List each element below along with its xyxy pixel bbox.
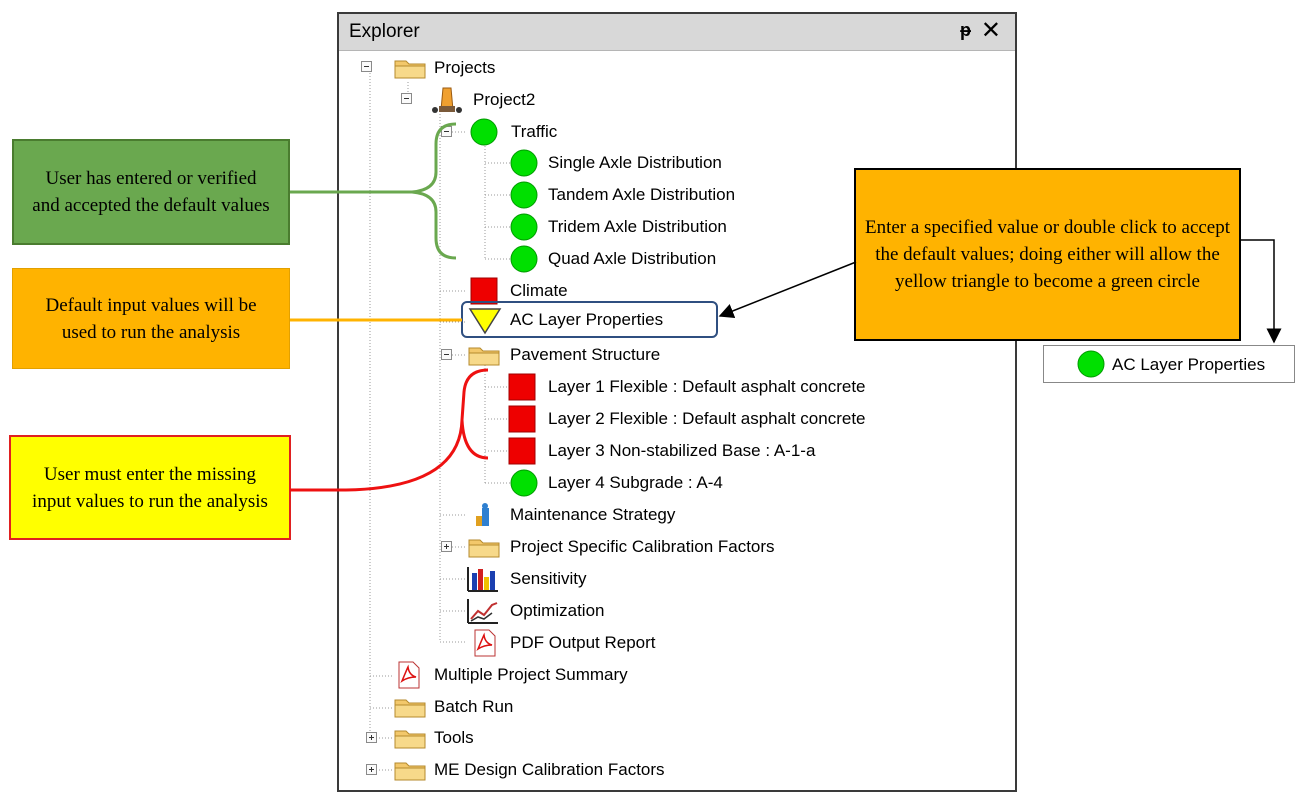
tree-label: ME Design Calibration Factors: [434, 760, 665, 779]
tree-label: Project2: [473, 90, 536, 109]
tree-node-sensitivity[interactable]: Sensitivity: [466, 563, 666, 595]
folder-icon: [394, 762, 426, 781]
tree-label: Tools: [434, 728, 474, 747]
folder-icon: [394, 699, 426, 718]
folder-icon: [468, 347, 500, 366]
tree-node-tridem-axle[interactable]: Tridem Axle Distribution: [508, 211, 788, 243]
panel-header: Explorer ᵽ ✕: [339, 14, 1015, 51]
tree-label: Projects: [434, 58, 496, 77]
bar-chart-icon: [467, 567, 498, 592]
expand-toggle-project2[interactable]: [401, 93, 412, 104]
project-icon: [432, 87, 462, 113]
tree-label: PDF Output Report: [510, 633, 656, 652]
red-square-icon: [508, 405, 536, 433]
tree-label: Climate: [510, 281, 568, 300]
tree-node-pavement-structure[interactable]: Pavement Structure: [468, 339, 708, 371]
tree-node-quad-axle[interactable]: Quad Axle Distribution: [508, 243, 768, 275]
tree-label: Layer 2 Flexible : Default asphalt concr…: [548, 409, 866, 428]
tree-label: Optimization: [510, 601, 605, 620]
tree-label: Batch Run: [434, 697, 514, 716]
tree-node-layer-3[interactable]: Layer 3 Non-stabilized Base : A-1-a: [508, 435, 908, 467]
tree-label: Quad Axle Distribution: [548, 249, 717, 268]
tree-node-single-axle[interactable]: Single Axle Distribution: [508, 147, 768, 179]
callout-text: User must enter the missing input values…: [32, 463, 268, 512]
tree-node-projects[interactable]: Projects: [394, 52, 524, 84]
callout-enter-value: Enter a specified value or double click …: [854, 168, 1241, 341]
callout-default-values: Default input values will be used to run…: [12, 268, 290, 369]
tree-node-tools[interactable]: Tools: [394, 722, 514, 754]
pin-icon[interactable]: ᵽ: [960, 20, 971, 41]
green-circle-icon: [470, 118, 498, 146]
callout-missing-values: User must enter the missing input values…: [9, 435, 291, 540]
tree-node-pdf-output-report[interactable]: PDF Output Report: [472, 627, 712, 659]
tree-node-layer-4[interactable]: Layer 4 Subgrade : A-4: [508, 467, 808, 499]
tree-label: Project Specific Calibration Factors: [510, 537, 775, 556]
tree-label: Tridem Axle Distribution: [548, 217, 727, 236]
green-circle-icon: [510, 181, 538, 209]
ac-layer-highlight-box: [461, 301, 718, 338]
tree-node-me-design-calibration[interactable]: ME Design Calibration Factors: [394, 754, 734, 786]
panel-title: Explorer: [349, 21, 420, 42]
tree-node-project2[interactable]: Project2: [429, 84, 559, 116]
tree-node-batch-run[interactable]: Batch Run: [394, 691, 554, 723]
green-circle-icon: [510, 469, 538, 497]
close-icon[interactable]: ✕: [981, 17, 1001, 45]
expand-toggle-calibration-factors[interactable]: [441, 541, 452, 552]
green-circle-icon: [510, 213, 538, 241]
green-circle-icon: [510, 149, 538, 177]
tree-node-layer-2[interactable]: Layer 2 Flexible : Default asphalt concr…: [508, 403, 948, 435]
pdf-icon: [398, 661, 420, 689]
tree-label: Tandem Axle Distribution: [548, 185, 736, 204]
maintenance-icon: [476, 503, 489, 526]
folder-icon: [394, 60, 426, 79]
red-square-icon: [508, 373, 536, 401]
tree-node-optimization[interactable]: Optimization: [466, 595, 666, 627]
tree-label: Layer 3 Non-stabilized Base : A-1-a: [548, 441, 816, 460]
tree-label: Sensitivity: [510, 569, 587, 588]
tree-node-layer-1[interactable]: Layer 1 Flexible : Default asphalt concr…: [508, 371, 948, 403]
expand-toggle-tools[interactable]: [366, 732, 377, 743]
callout-text: Default input values will be used to run…: [45, 294, 257, 343]
tree-label: Layer 4 Subgrade : A-4: [548, 473, 723, 492]
tree-label: Single Axle Distribution: [548, 153, 722, 172]
expand-toggle-traffic[interactable]: [441, 126, 452, 137]
green-circle-icon: [1077, 350, 1105, 378]
result-node-box: AC Layer Properties: [1043, 345, 1295, 383]
tree-label: Multiple Project Summary: [434, 665, 628, 684]
tree-label: Maintenance Strategy: [510, 505, 676, 524]
tree-node-traffic[interactable]: Traffic: [468, 116, 588, 148]
tree-label: Pavement Structure: [510, 345, 661, 364]
result-node-label: AC Layer Properties: [1112, 355, 1266, 374]
callout-accepted-defaults: User has entered or verified and accepte…: [12, 139, 290, 245]
tree-node-project-specific-calibration[interactable]: Project Specific Calibration Factors: [468, 531, 848, 563]
pdf-icon: [474, 629, 496, 657]
expand-toggle-projects[interactable]: [361, 61, 372, 72]
expand-toggle-pavement-structure[interactable]: [441, 349, 452, 360]
tree-node-multiple-project-summary[interactable]: Multiple Project Summary: [396, 659, 676, 691]
red-square-icon: [508, 437, 536, 465]
callout-text: Enter a specified value or double click …: [864, 217, 1231, 292]
callout-text: User has entered or verified and accepte…: [32, 168, 270, 216]
arrow-to-result: [1241, 239, 1282, 344]
tree-node-tandem-axle[interactable]: Tandem Axle Distribution: [508, 179, 788, 211]
green-circle-icon: [510, 245, 538, 273]
tree-label: Traffic: [511, 122, 558, 141]
tree-node-maintenance-strategy[interactable]: Maintenance Strategy: [472, 499, 732, 531]
expand-toggle-me-design[interactable]: [366, 764, 377, 775]
line-chart-icon: [467, 599, 498, 624]
folder-icon: [394, 730, 426, 749]
tree-label: Layer 1 Flexible : Default asphalt concr…: [548, 377, 866, 396]
folder-icon: [468, 539, 500, 558]
